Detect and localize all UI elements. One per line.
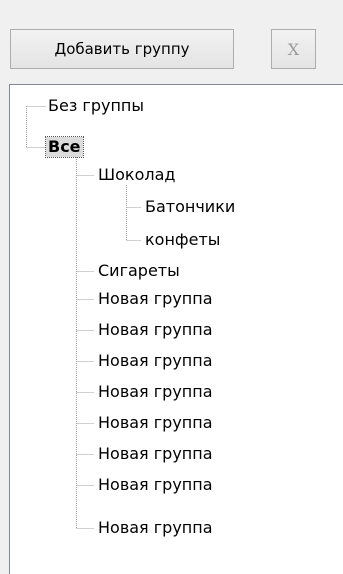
tree-item-chocolate[interactable]: Шоколад — [96, 165, 177, 185]
tree-item-new-group[interactable]: Новая группа — [96, 289, 215, 309]
tree-item-candies[interactable]: конфеты — [143, 230, 222, 250]
tree-item-no-group[interactable]: Без группы — [46, 96, 146, 116]
tree-item-all[interactable]: Все — [45, 136, 84, 158]
tree-item-bars[interactable]: Батончики — [143, 197, 237, 217]
tree-item-new-group[interactable]: Новая группа — [96, 351, 215, 371]
tree-item-new-group[interactable]: Новая группа — [96, 444, 215, 464]
tree-item-new-group[interactable]: Новая группа — [96, 475, 215, 495]
group-panel: Добавить группу X Без группы Все Шоколад… — [0, 0, 343, 574]
group-tree[interactable]: Без группы Все Шоколад Батончики конфеты… — [9, 84, 343, 574]
add-group-button[interactable]: Добавить группу — [10, 29, 234, 69]
tree-item-new-group[interactable]: Новая группа — [96, 518, 215, 538]
tree-item-cigarettes[interactable]: Сигареты — [96, 261, 182, 281]
close-button[interactable]: X — [271, 29, 316, 69]
tree-item-new-group[interactable]: Новая группа — [96, 382, 215, 402]
tree-item-new-group[interactable]: Новая группа — [96, 320, 215, 340]
tree-item-new-group[interactable]: Новая группа — [96, 413, 215, 433]
